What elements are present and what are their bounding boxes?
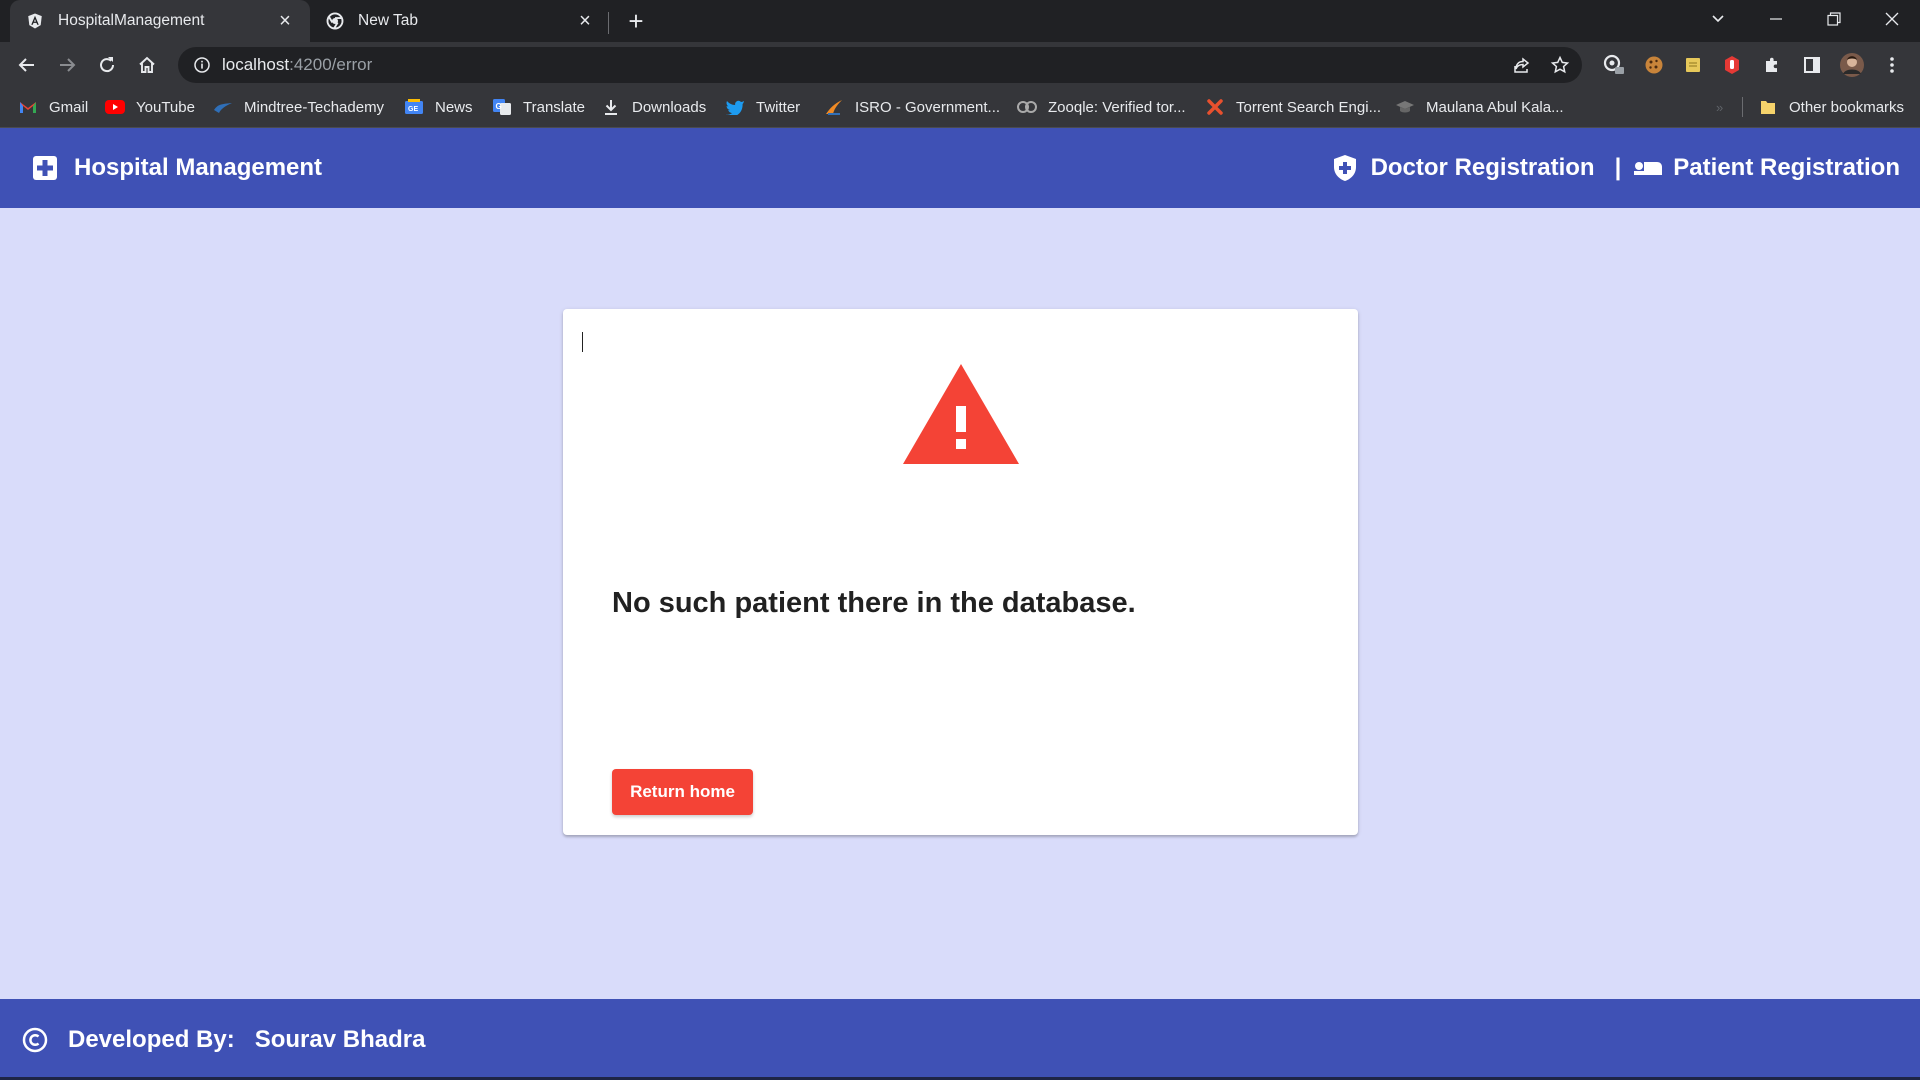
bookmark-mindtree[interactable]: Mindtree-Techademy xyxy=(213,88,384,126)
copyright-icon xyxy=(22,1027,48,1052)
bookmark-label: ISRO - Government... xyxy=(855,98,1001,116)
graduation-cap-icon xyxy=(1395,97,1415,117)
folder-icon xyxy=(1758,97,1778,117)
chrome-icon xyxy=(324,10,346,32)
hotel-bed-icon xyxy=(1634,162,1663,175)
brand[interactable]: Hospital Management xyxy=(32,128,322,208)
address-bar[interactable]: localhost:4200/error xyxy=(178,47,1582,83)
nav-separator: | xyxy=(1614,154,1622,181)
bookmark-label: News xyxy=(435,98,473,116)
zooqle-icon xyxy=(1017,97,1037,117)
twitter-icon xyxy=(725,97,745,117)
app-footer: Developed By: Sourav Bhadra xyxy=(0,999,1920,1080)
profile-avatar[interactable] xyxy=(1836,49,1868,81)
app-navbar: Hospital Management Doctor Registration … xyxy=(0,128,1920,208)
bookmark-twitter[interactable]: Twitter xyxy=(725,88,800,126)
tab-title: HospitalManagement xyxy=(58,12,205,29)
svg-text:G: G xyxy=(496,102,502,111)
torrent-icon xyxy=(1205,97,1225,117)
bookmark-isro[interactable]: ISRO - Government... xyxy=(824,88,1000,126)
bookmark-gmail[interactable]: Gmail xyxy=(18,88,88,126)
tab-title: New Tab xyxy=(358,12,419,29)
other-bookmarks-folder[interactable]: Other bookmarks xyxy=(1758,88,1904,126)
ad-block-hand-icon[interactable] xyxy=(1716,49,1748,81)
browser-tabstrip: HospitalManagement × New Tab × + xyxy=(0,0,1920,42)
close-tab-icon[interactable]: × xyxy=(574,10,596,32)
bookmark-label: Torrent Search Engi... xyxy=(1236,98,1382,116)
bookmark-news[interactable]: GE News xyxy=(404,88,473,126)
chrome-menu-icon[interactable] xyxy=(1876,49,1908,81)
back-icon[interactable] xyxy=(11,49,43,81)
side-panel-icon[interactable] xyxy=(1796,49,1828,81)
minimize-icon[interactable] xyxy=(1748,0,1804,38)
browser-toolbar: localhost:4200/error xyxy=(0,42,1920,88)
bookmark-maulana-abul-kalam[interactable]: Maulana Abul Kala... xyxy=(1395,88,1564,126)
developer-name: Sourav Bhadra xyxy=(254,1025,426,1053)
translate-icon: G xyxy=(492,97,512,117)
mindtree-icon xyxy=(213,97,233,117)
developed-by-label: Developed By: xyxy=(68,1025,235,1053)
doctor-registration-label: Doctor Registration xyxy=(1370,154,1595,181)
bookmark-label: Mindtree-Techademy xyxy=(244,98,385,116)
new-tab-button[interactable]: + xyxy=(622,6,650,36)
warning-triangle-icon xyxy=(903,364,1019,464)
google-news-icon: GE xyxy=(404,97,424,117)
bookmark-youtube[interactable]: YouTube xyxy=(105,88,195,126)
bookmarks-divider xyxy=(1742,97,1743,117)
bookmark-translate[interactable]: G Translate xyxy=(492,88,585,126)
shield-plus-icon xyxy=(1333,155,1356,181)
nav-links: Doctor Registration | Patient Registrati… xyxy=(1333,128,1900,208)
error-card: No such patient there in the database. R… xyxy=(563,309,1358,835)
patient-registration-label: Patient Registration xyxy=(1673,154,1900,181)
forward-icon[interactable] xyxy=(51,49,83,81)
url-host: localhost xyxy=(222,55,290,74)
bookmark-downloads[interactable]: Downloads xyxy=(601,88,706,126)
brand-title: Hospital Management xyxy=(74,154,323,181)
url-path: :4200/error xyxy=(289,55,373,74)
restore-icon[interactable] xyxy=(1806,0,1862,38)
bookmark-label: Gmail xyxy=(49,98,89,116)
bookmark-label: Maulana Abul Kala... xyxy=(1426,98,1564,116)
bookmark-zooqle[interactable]: Zooqle: Verified tor... xyxy=(1017,88,1186,126)
share-icon[interactable] xyxy=(1506,49,1538,81)
youtube-icon xyxy=(105,97,125,117)
bookmark-label: Zooqle: Verified tor... xyxy=(1048,98,1186,116)
tab-divider xyxy=(608,12,609,34)
bookmarks-overflow-icon[interactable]: » xyxy=(1716,88,1723,126)
angular-icon xyxy=(24,10,46,32)
tab-hospital-management[interactable]: HospitalManagement × xyxy=(10,0,310,42)
bookmark-star-icon[interactable] xyxy=(1544,49,1576,81)
bookmark-torrent-search[interactable]: Torrent Search Engi... xyxy=(1205,88,1381,126)
error-message: No such patient there in the database. xyxy=(612,587,1136,619)
isro-icon xyxy=(824,97,844,117)
site-info-icon[interactable] xyxy=(184,56,220,74)
tab-new-tab[interactable]: New Tab × xyxy=(310,0,610,42)
url-text: localhost:4200/error xyxy=(222,55,372,75)
notes-extension-icon[interactable] xyxy=(1677,49,1709,81)
bookmark-label: Translate xyxy=(523,98,585,116)
extension-lens-icon[interactable] xyxy=(1598,49,1630,81)
nav-patient-registration[interactable]: Patient Registration xyxy=(1633,154,1900,182)
cookie-extension-icon[interactable] xyxy=(1638,49,1670,81)
bookmark-label: YouTube xyxy=(136,98,195,116)
download-icon xyxy=(601,97,621,117)
reload-icon[interactable] xyxy=(91,49,123,81)
svg-text:GE: GE xyxy=(408,106,418,113)
other-bookmarks-label: Other bookmarks xyxy=(1789,98,1905,116)
hospital-plus-icon xyxy=(33,156,57,180)
close-tab-icon[interactable]: × xyxy=(274,10,296,32)
home-icon[interactable] xyxy=(131,49,163,81)
bookmark-label: Downloads xyxy=(632,98,707,116)
extensions-puzzle-icon[interactable] xyxy=(1756,49,1788,81)
nav-doctor-registration[interactable]: Doctor Registration xyxy=(1333,154,1595,182)
close-window-icon[interactable] xyxy=(1864,0,1920,38)
bookmark-label: Twitter xyxy=(756,98,801,116)
bookmarks-bar: Gmail YouTube Mindtree-Techademy GE News… xyxy=(0,88,1920,128)
return-home-button[interactable]: Return home xyxy=(612,769,753,815)
gmail-icon xyxy=(18,97,38,117)
tab-search-icon[interactable] xyxy=(1690,0,1746,38)
text-cursor xyxy=(582,332,583,352)
